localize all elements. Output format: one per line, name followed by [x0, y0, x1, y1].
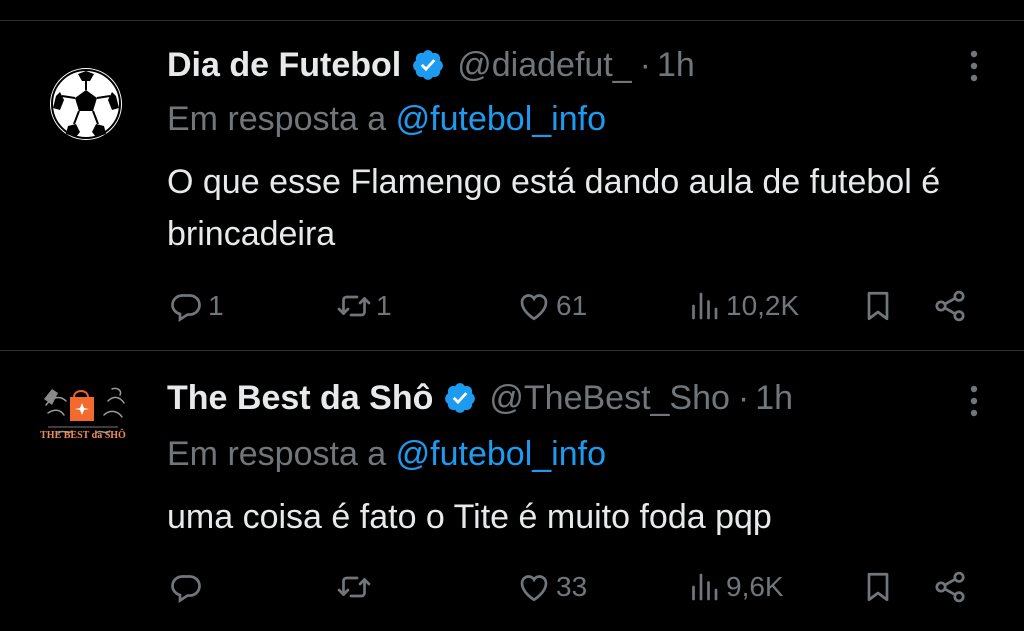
- the-best-da-sho-logo-icon: THE BEST da SHÔ: [40, 387, 126, 441]
- action-bar: 1 1 61 10,2K: [160, 284, 980, 328]
- share-icon: [935, 290, 965, 322]
- author-name[interactable]: Dia de Futebol: [167, 46, 401, 85]
- action-bar: 33 9,6K: [160, 565, 980, 609]
- like-button[interactable]: 61: [516, 284, 587, 328]
- reply-prefix: Em resposta a: [167, 100, 387, 138]
- retweet-count: 1: [376, 290, 392, 321]
- reply-mention-link[interactable]: @futebol_info: [396, 435, 606, 473]
- bookmark-icon: [867, 572, 889, 602]
- tweet-header: Dia de Futebol @diadefut_ · 1h: [167, 42, 695, 88]
- avatar[interactable]: THE BEST da SHÔ: [40, 379, 126, 451]
- author-handle[interactable]: @TheBest_Sho: [489, 379, 730, 418]
- share-icon: [935, 571, 965, 603]
- separator-dot: ·: [639, 45, 651, 84]
- more-icon[interactable]: [964, 46, 984, 86]
- retweet-icon: [337, 576, 371, 598]
- views-button[interactable]: 10,2K: [686, 284, 799, 328]
- like-count: 61: [556, 290, 588, 321]
- views-button[interactable]: 9,6K: [686, 565, 784, 609]
- bookmark-icon: [867, 291, 889, 321]
- author-handle[interactable]: @diadefut_: [457, 46, 631, 85]
- tweet-header: The Best da Shô @TheBest_Sho · 1h: [167, 375, 793, 421]
- timestamp[interactable]: 1h: [755, 379, 793, 418]
- like-count: 33: [556, 571, 588, 602]
- reply-count: 1: [208, 290, 224, 321]
- retweet-button[interactable]: 1: [336, 284, 392, 328]
- more-icon[interactable]: [964, 381, 984, 421]
- bookmark-button[interactable]: [860, 284, 896, 328]
- share-button[interactable]: [932, 284, 968, 328]
- reply-icon: [171, 575, 201, 604]
- like-icon: [520, 575, 548, 602]
- author-name[interactable]: The Best da Shô: [167, 379, 433, 418]
- verified-badge-icon: [413, 50, 444, 80]
- tweet-text: O que esse Flamengo está dando aula de f…: [167, 163, 941, 253]
- retweet-icon: [337, 295, 371, 317]
- soccer-ball-icon: [51, 69, 121, 139]
- retweet-button[interactable]: [336, 565, 376, 609]
- like-icon: [520, 294, 548, 321]
- share-button[interactable]: [932, 565, 968, 609]
- reply-button[interactable]: 1: [168, 284, 224, 328]
- view-count: 9,6K: [726, 571, 784, 602]
- timestamp[interactable]: 1h: [657, 46, 695, 85]
- reply-context: Em resposta a @futebol_info: [167, 100, 606, 139]
- reply-context: Em resposta a @futebol_info: [167, 435, 606, 474]
- views-icon: [692, 292, 718, 320]
- reply-button[interactable]: [168, 565, 208, 609]
- tweet[interactable]: THE BEST da SHÔ The Best da Shô @TheBest…: [0, 351, 1024, 631]
- bookmark-button[interactable]: [860, 565, 896, 609]
- tweet-text: uma coisa é fato o Tite é muito foda pqp: [167, 498, 772, 536]
- reply-icon: [171, 294, 201, 323]
- verified-badge-icon: [445, 383, 476, 413]
- view-count: 10,2K: [726, 290, 800, 321]
- svg-text:THE BEST da SHÔ: THE BEST da SHÔ: [40, 428, 126, 441]
- views-icon: [692, 573, 718, 601]
- top-divider: [0, 0, 1024, 21]
- separator-dot: ·: [737, 378, 750, 417]
- reply-mention-link[interactable]: @futebol_info: [396, 100, 606, 138]
- reply-prefix: Em resposta a: [167, 435, 387, 473]
- avatar[interactable]: [50, 68, 122, 140]
- like-button[interactable]: 33: [516, 565, 587, 609]
- tweet[interactable]: Dia de Futebol @diadefut_ · 1h Em respos…: [0, 20, 1024, 351]
